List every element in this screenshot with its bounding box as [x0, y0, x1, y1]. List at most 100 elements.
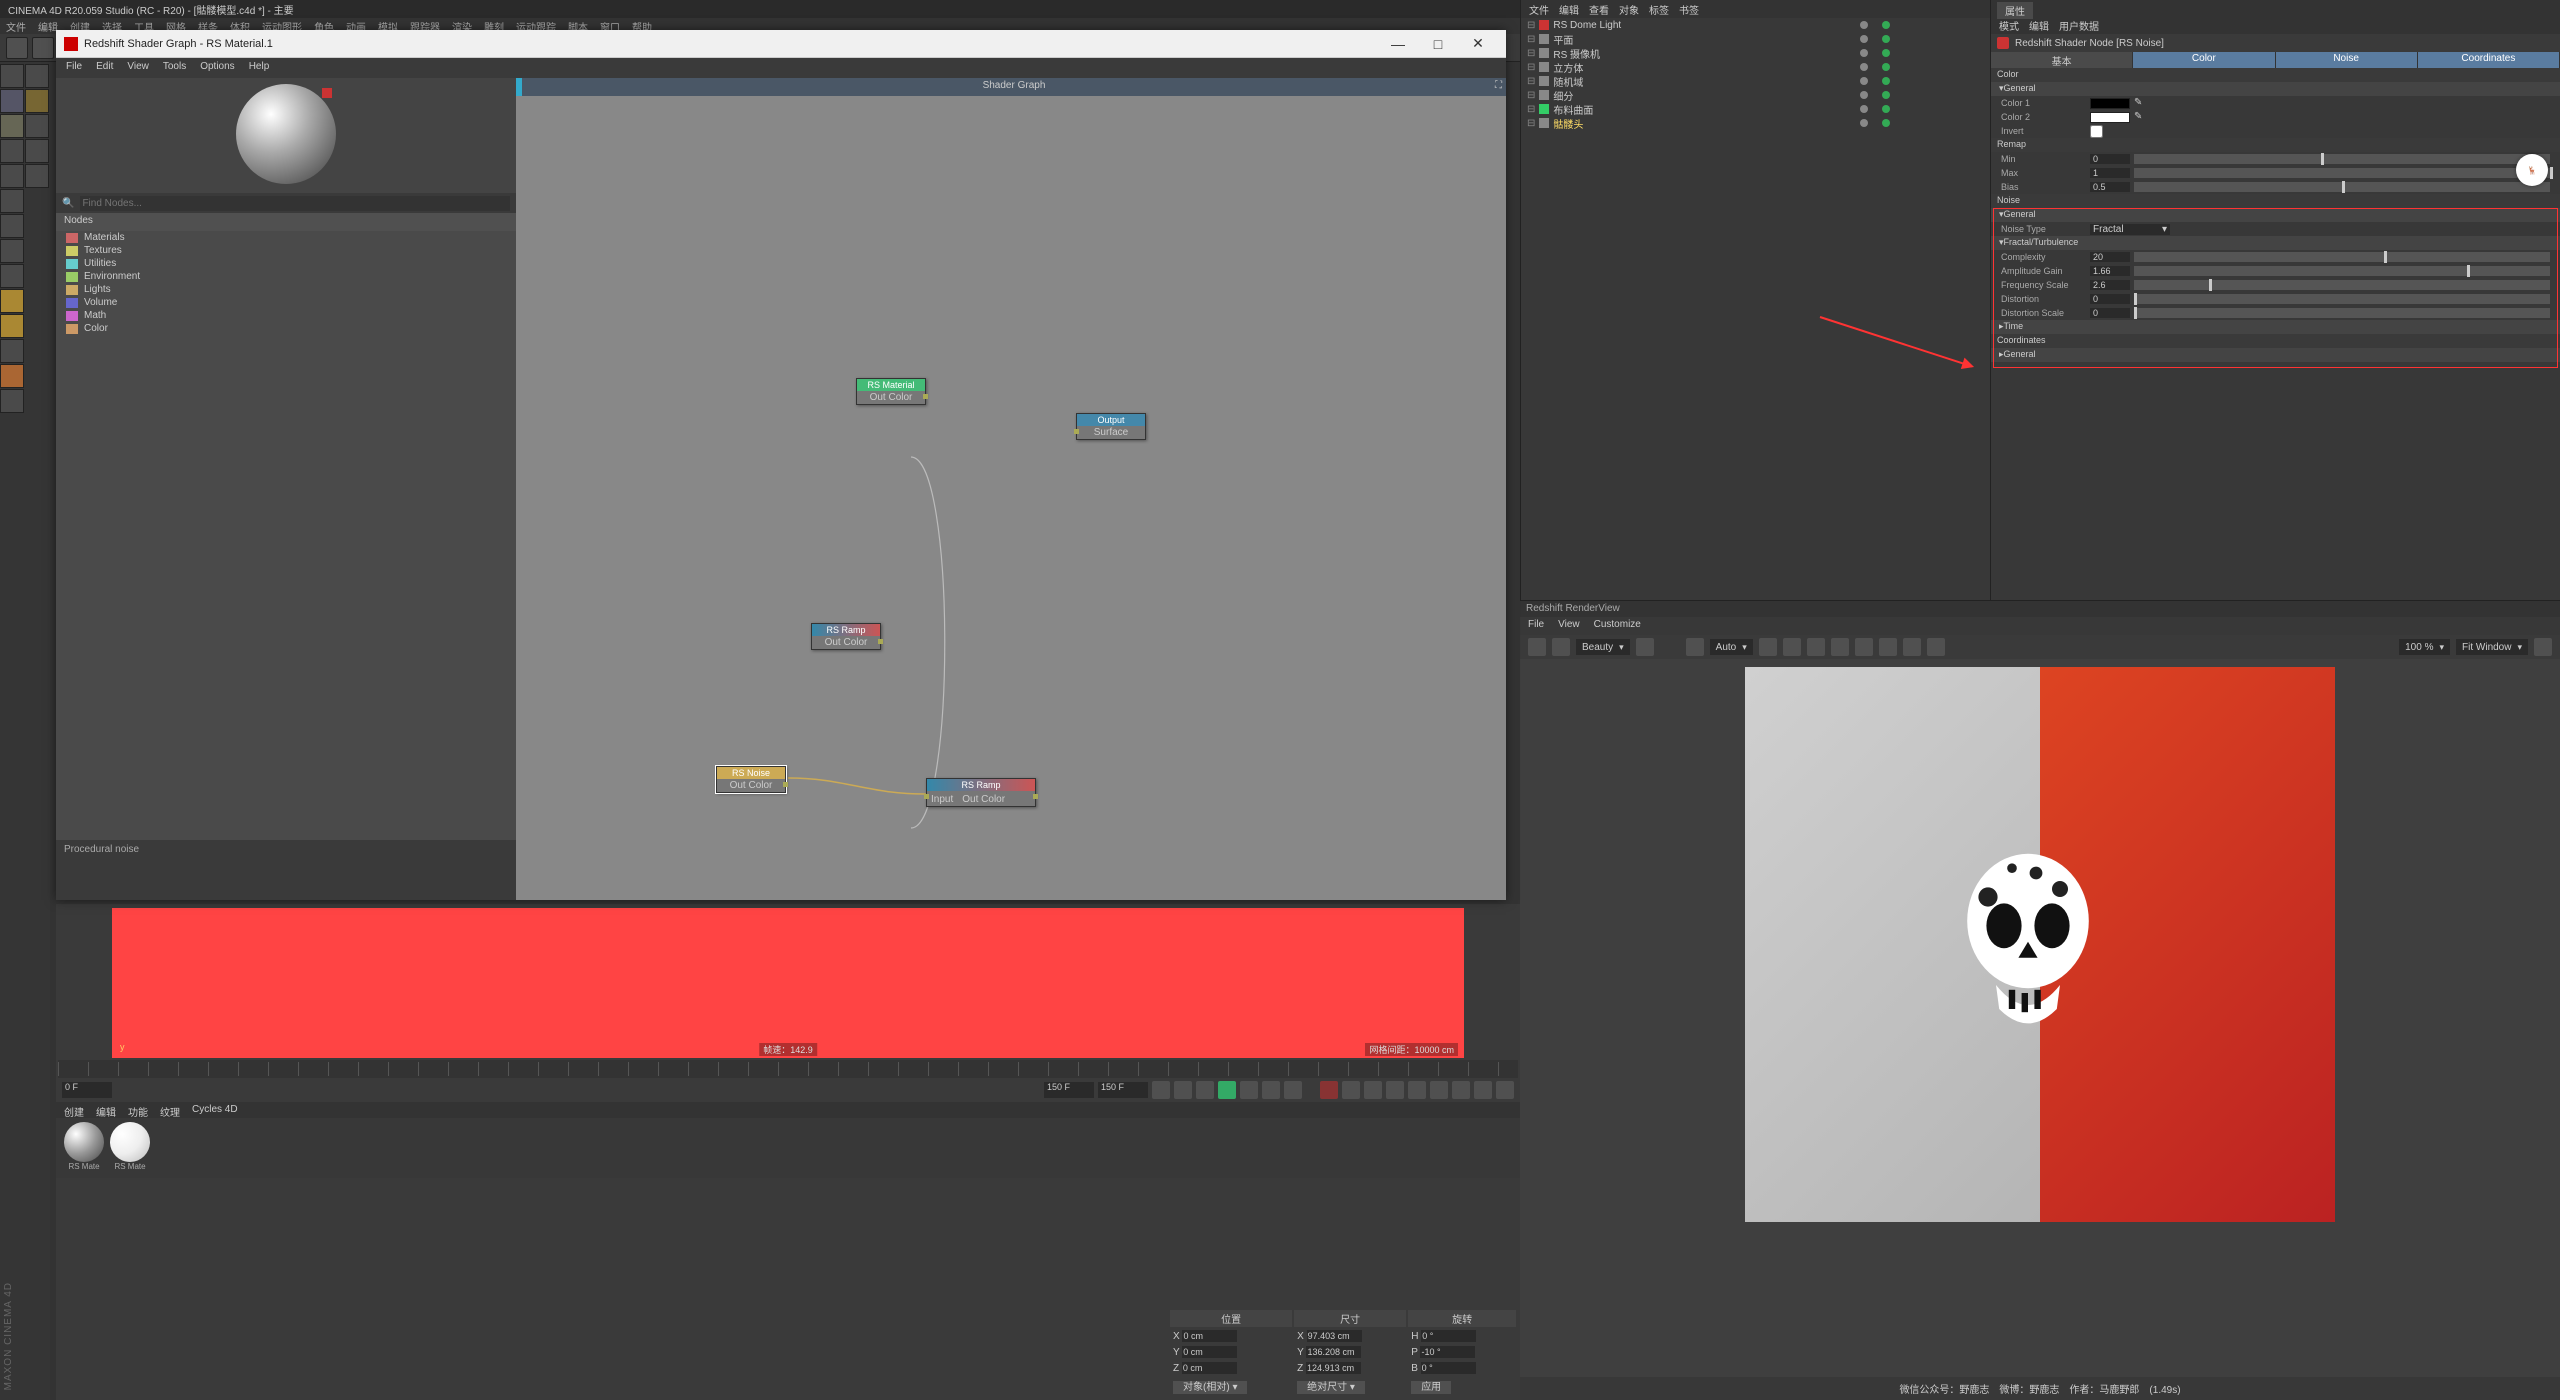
render-viewport[interactable]	[1520, 659, 2560, 1377]
sub-coords-general[interactable]: ▸General	[1991, 348, 2560, 362]
minimize-icon[interactable]: —	[1378, 32, 1418, 56]
size-z[interactable]	[1306, 1362, 1361, 1374]
tab-basic[interactable]: 基本	[1991, 52, 2133, 68]
find-nodes-input[interactable]	[80, 196, 510, 211]
node-category[interactable]: Volume	[56, 296, 516, 309]
noise-type-dropdown[interactable]: Fractal▾	[2090, 224, 2170, 235]
lock-icon[interactable]	[0, 389, 24, 413]
mat-tab[interactable]: 编辑	[96, 1104, 116, 1116]
close-icon[interactable]: ✕	[1458, 32, 1498, 56]
p-icon[interactable]	[1386, 1081, 1404, 1099]
frequency-slider[interactable]	[2134, 280, 2550, 290]
hierarchy-item[interactable]: ⊟随机域	[1521, 74, 1990, 88]
node-category[interactable]: Color	[56, 322, 516, 335]
color2-dropper-icon[interactable]: ✎	[2134, 111, 2148, 123]
h-menu-item[interactable]: 编辑	[1559, 2, 1579, 16]
hierarchy-item[interactable]: ⊟骷髅头	[1521, 116, 1990, 130]
sub-time[interactable]: ▸Time	[1991, 320, 2560, 334]
timeline-end[interactable]: 150 F	[1044, 1082, 1094, 1098]
distscale-field[interactable]: 0	[2090, 308, 2130, 318]
amplitude-field[interactable]: 1.66	[2090, 266, 2130, 276]
h-menu-item[interactable]: 标签	[1649, 2, 1669, 16]
circle-icon[interactable]	[1831, 638, 1849, 656]
s-icon[interactable]	[1408, 1081, 1426, 1099]
tex-icon[interactable]	[25, 64, 49, 88]
distscale-slider[interactable]	[2134, 308, 2550, 318]
min-slider[interactable]	[2134, 154, 2550, 164]
node-category[interactable]: Textures	[56, 244, 516, 257]
node-rs-ramp-1[interactable]: RS Ramp Out Color	[811, 623, 881, 650]
attr-menu-item[interactable]: 用户数据	[2059, 18, 2099, 32]
size-x[interactable]	[1307, 1330, 1362, 1342]
attrib-panel-tab[interactable]: 属性	[1997, 2, 2033, 19]
frequency-field[interactable]: 2.6	[2090, 280, 2130, 290]
tab-color[interactable]: Color	[2133, 52, 2275, 68]
h-menu-item[interactable]: 查看	[1589, 2, 1609, 16]
hierarchy-item[interactable]: ⊟RS Dome Light	[1521, 18, 1990, 32]
play-icon[interactable]	[1218, 1081, 1236, 1099]
fit-dropdown[interactable]: Fit Window ▾	[2456, 639, 2528, 655]
material-item[interactable]: RS Mate	[64, 1122, 104, 1171]
node-category[interactable]: Lights	[56, 283, 516, 296]
goto-start-icon[interactable]	[1152, 1081, 1170, 1099]
menu-item[interactable]: 编辑	[38, 19, 58, 33]
pen-icon[interactable]	[0, 139, 24, 163]
snap-icon[interactable]	[0, 339, 24, 363]
pos-x[interactable]	[1182, 1330, 1237, 1342]
complexity-field[interactable]: 20	[2090, 252, 2130, 262]
color1-dropper-icon[interactable]: ✎	[2134, 97, 2148, 109]
pos-z[interactable]	[1182, 1362, 1237, 1374]
attr-menu-item[interactable]: 模式	[1999, 18, 2019, 32]
layout1-icon[interactable]	[1879, 638, 1897, 656]
perspective-viewport[interactable]: y 帧速：142.9 网格间距：10000 cm	[112, 908, 1464, 1058]
freeze-icon[interactable]	[1807, 638, 1825, 656]
shader-menu-item[interactable]: Tools	[163, 61, 186, 75]
rot-p[interactable]	[1420, 1346, 1475, 1358]
checker-icon[interactable]	[0, 164, 24, 188]
layout3-icon[interactable]	[1927, 638, 1945, 656]
grid-icon[interactable]	[1783, 638, 1801, 656]
shader-menu-item[interactable]: View	[127, 61, 149, 75]
canvas-expand-icon[interactable]: ⛶	[1495, 80, 1502, 91]
hierarchy-item[interactable]: ⊟布料曲面	[1521, 102, 1990, 116]
hierarchy-item[interactable]: ⊟平面	[1521, 32, 1990, 46]
amplitude-slider[interactable]	[2134, 266, 2550, 276]
shader-menu-item[interactable]: Edit	[96, 61, 113, 75]
mat-tab[interactable]: 纹理	[160, 1104, 180, 1116]
a-icon[interactable]	[1452, 1081, 1470, 1099]
rv-menu-item[interactable]: Customize	[1594, 619, 1641, 633]
color2-swatch[interactable]	[2090, 112, 2130, 123]
autokey-icon[interactable]	[1342, 1081, 1360, 1099]
node-category[interactable]: Math	[56, 309, 516, 322]
bucket-icon[interactable]	[1686, 638, 1704, 656]
mat-tab[interactable]: Cycles 4D	[192, 1104, 238, 1116]
h-menu-item[interactable]: 文件	[1529, 2, 1549, 16]
min-field[interactable]: 0	[2090, 154, 2130, 164]
rv-menu-item[interactable]: View	[1558, 619, 1580, 633]
aov-dropdown[interactable]: Beauty ▾	[1576, 639, 1630, 655]
hierarchy-item[interactable]: ⊟RS 摄像机	[1521, 46, 1990, 60]
t4-icon[interactable]	[25, 164, 49, 188]
settings-icon[interactable]	[2534, 638, 2552, 656]
point-icon[interactable]	[0, 264, 24, 288]
move-tool-icon[interactable]	[0, 89, 24, 113]
sub-noise-general[interactable]: ▾General	[1991, 208, 2560, 222]
shader-menu-item[interactable]: Options	[200, 61, 234, 75]
pos-y[interactable]	[1182, 1346, 1237, 1358]
color1-swatch[interactable]	[2090, 98, 2130, 109]
next-key-icon[interactable]	[1262, 1081, 1280, 1099]
bias-slider[interactable]	[2134, 182, 2550, 192]
max-slider[interactable]	[2134, 168, 2550, 178]
hierarchy-item[interactable]: ⊟立方体	[1521, 60, 1990, 74]
size-y[interactable]	[1306, 1346, 1361, 1358]
rot-h[interactable]	[1421, 1330, 1476, 1342]
t3-icon[interactable]	[25, 139, 49, 163]
timeline-ruler[interactable]	[58, 1060, 1518, 1078]
prev-key-icon[interactable]	[1174, 1081, 1192, 1099]
node-output[interactable]: Output Surface	[1076, 413, 1146, 440]
next-frame-icon[interactable]	[1240, 1081, 1258, 1099]
h-menu-item[interactable]: 对象	[1619, 2, 1639, 16]
shader-menu-item[interactable]: File	[66, 61, 82, 75]
mat-tab[interactable]: 创建	[64, 1104, 84, 1116]
tab-noise[interactable]: Noise	[2276, 52, 2418, 68]
